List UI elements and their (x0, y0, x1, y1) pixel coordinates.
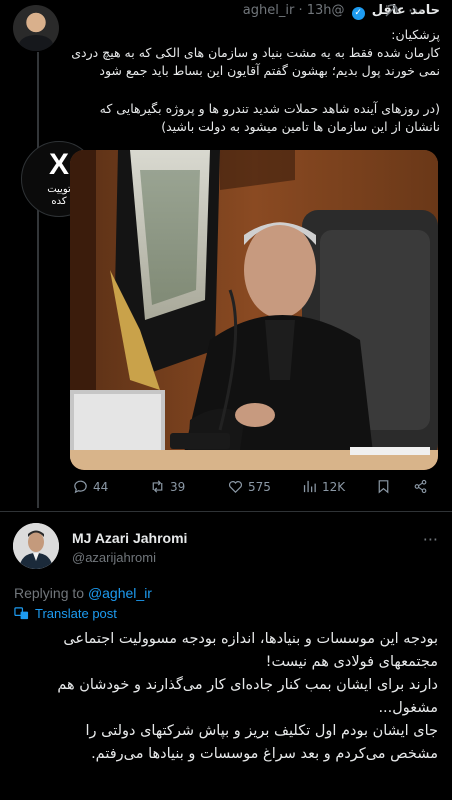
tweet1-text-para1: پزشکیان: کارمان شده فقط به یه مشت بنیاد … (70, 26, 440, 80)
verified-icon: ✓ (351, 7, 365, 20)
retweet-button[interactable]: 39 (149, 478, 185, 495)
more-icon[interactable]: ··· (408, 1, 423, 20)
tweet2-text: بودجه این موسسات و بنیادها، اندازه بودجه… (10, 628, 438, 766)
tweet2-line: بودجه این موسسات و بنیادها، اندازه بودجه… (63, 631, 438, 647)
tweet2-author-name[interactable]: MJ Azari Jahromi (72, 530, 187, 546)
tweet2-line: مشغول... (378, 700, 438, 716)
replying-to: Replying to @aghel_ir (14, 585, 152, 601)
like-count: 575 (248, 479, 271, 494)
tweet1-photo[interactable] (70, 150, 438, 470)
retweet-icon (152, 480, 163, 493)
tweet1-line: کارمان شده فقط به یه مشت بنیاد و سازمان … (71, 45, 440, 60)
more-icon[interactable]: ··· (423, 530, 438, 549)
tweet2-handle[interactable]: @azarijahromi (72, 550, 156, 565)
bookmark-icon (378, 480, 389, 494)
reply-button[interactable]: 44 (72, 478, 108, 495)
translate-icon (14, 607, 29, 620)
tweet2-line: مشخص می‌کردم و بعد سراغ موسسات و بنیادها… (91, 746, 438, 762)
retweet-count: 39 (170, 479, 186, 494)
views-button[interactable]: 12K (301, 478, 345, 495)
tweet-divider (0, 511, 452, 512)
like-icon (229, 481, 242, 494)
tweet1-time[interactable]: 13h (307, 3, 332, 18)
thread-line (37, 52, 39, 508)
avatar-azarijahromi[interactable] (13, 523, 59, 569)
tweet2-line: مجتمعهای فولادی هم نیست! (265, 654, 438, 670)
tweet1-line: (در روزهای آینده شاهد حملات شدید تندرو ه… (99, 101, 440, 116)
translate-label: Translate post (35, 606, 117, 621)
tweet1-line: پزشکیان: (391, 27, 440, 42)
bookmark-button[interactable] (375, 478, 392, 495)
grok-icon[interactable] (383, 3, 399, 23)
tweet1-author-name[interactable]: حامد عاقل (372, 3, 440, 18)
views-icon (303, 480, 316, 493)
tweet1-actions: 44 39 575 12K (70, 478, 438, 504)
share-icon (414, 479, 427, 494)
reply-icon (74, 480, 87, 494)
tweet2-line: جای ایشان بودم اول تکلیف بریز و بپاش شرک… (85, 723, 439, 739)
avatar-aghel[interactable] (13, 5, 59, 51)
view-count: 12K (322, 479, 346, 494)
replying-prefix: Replying to (14, 585, 88, 601)
replying-to-link[interactable]: @aghel_ir (88, 585, 152, 601)
reply-count: 44 (93, 479, 109, 494)
tweet1-text-para2: (در روزهای آینده شاهد حملات شدید تندرو ه… (70, 100, 440, 136)
like-button[interactable]: 575 (227, 478, 271, 495)
share-button[interactable] (412, 478, 429, 495)
translate-post-link[interactable]: Translate post (14, 606, 117, 621)
tweet1-line: نمی خورند پول بدیم؛ بهشون گفتم آقایون ای… (99, 63, 440, 78)
tweet2-line: دارند برای ایشان بمب کنار جاده‌ای کار می… (57, 677, 438, 693)
tweet1-line: نانشان از این سازمان ها تامین میشود به د… (161, 119, 440, 134)
